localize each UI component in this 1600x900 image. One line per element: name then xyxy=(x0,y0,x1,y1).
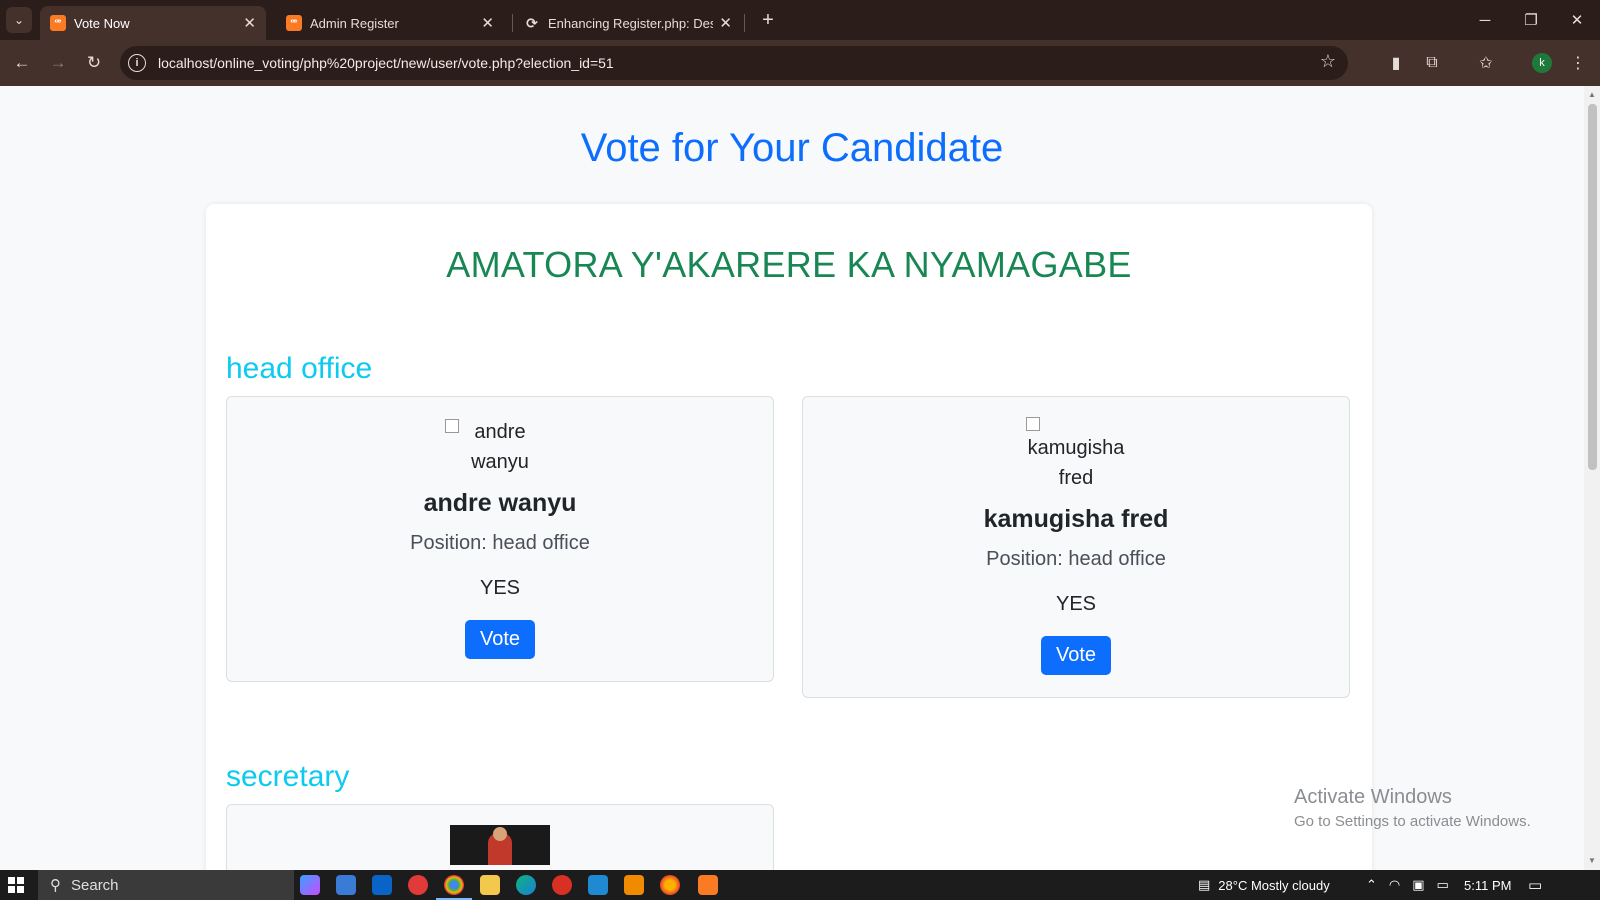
tab-divider xyxy=(512,14,513,32)
close-icon[interactable]: ✕ xyxy=(243,14,256,32)
candidate-position: Position: head office xyxy=(986,548,1166,570)
extensions-icon[interactable]: ⧉ xyxy=(1420,51,1444,75)
notifications-icon[interactable]: ▭ xyxy=(1528,870,1542,900)
chrome-icon[interactable] xyxy=(436,875,472,900)
firefox-icon[interactable] xyxy=(660,875,680,895)
browser-toolbar: ← → ↻ i localhost/online_voting/php%20pr… xyxy=(0,40,1600,86)
ballot-container: AMATORA Y'AKARERE KA NYAMAGABE head offi… xyxy=(206,204,1372,870)
copilot-icon[interactable] xyxy=(300,875,320,895)
address-bar[interactable]: i localhost/online_voting/php%20project/… xyxy=(120,46,1348,80)
forward-icon[interactable]: → xyxy=(44,49,72,77)
position-heading-head-office: head office xyxy=(226,352,373,385)
tab-label: Enhancing Register.php: Design xyxy=(548,15,714,31)
scrollbar-thumb[interactable] xyxy=(1588,104,1597,470)
clock[interactable]: 5:11 PM xyxy=(1464,870,1511,900)
menu-kebab-icon[interactable]: ⋮ xyxy=(1566,51,1590,75)
vote-button[interactable]: Vote xyxy=(464,620,536,659)
edge-icon[interactable] xyxy=(516,875,536,895)
scroll-down-icon[interactable]: ▼ xyxy=(1588,856,1596,865)
tab-label: Vote Now xyxy=(74,15,130,31)
battery-icon[interactable]: ▭ xyxy=(1437,877,1449,893)
opera-icon[interactable] xyxy=(408,875,428,895)
ai-icon: ⟳ xyxy=(526,14,538,31)
tab-divider xyxy=(744,14,745,32)
reload-icon[interactable]: ↻ xyxy=(80,49,108,77)
close-window-icon[interactable]: ✕ xyxy=(1554,6,1600,34)
store-icon[interactable] xyxy=(336,875,356,895)
clock-time: 5:11 PM xyxy=(1464,877,1512,893)
election-title: AMATORA Y'AKARERE KA NYAMAGABE xyxy=(446,244,1132,285)
page-scrollbar[interactable]: ▲ ▼ xyxy=(1584,86,1600,870)
camera-icon[interactable]: ▣ xyxy=(1412,877,1424,893)
site-info-icon[interactable]: i xyxy=(128,54,146,72)
candidate-photo xyxy=(450,825,550,865)
vote-button[interactable]: Vote xyxy=(1040,636,1112,675)
vlc-icon[interactable] xyxy=(624,875,644,895)
candidate-position: Position: head office xyxy=(410,532,590,554)
watermark-line2: Go to Settings to activate Windows. xyxy=(1294,813,1531,830)
vscode-icon[interactable] xyxy=(588,875,608,895)
windows-start-icon[interactable] xyxy=(8,877,24,893)
candidate-answer: YES xyxy=(1055,593,1097,615)
candidate-card xyxy=(226,804,774,870)
search-app-icon[interactable] xyxy=(552,875,572,895)
bookmark-star-icon[interactable]: ☆ xyxy=(1320,51,1336,72)
restore-icon[interactable]: ❐ xyxy=(1508,6,1554,34)
position-heading-secretary: secretary xyxy=(226,760,350,793)
watermark-line1: Activate Windows xyxy=(1294,786,1452,808)
broken-image-icon xyxy=(1026,417,1040,431)
minimize-icon[interactable]: ─ xyxy=(1462,6,1508,34)
tab-strip: ⌄ ꟹ Vote Now ✕ ꟹ Admin Register ✕ ⟳ Enha… xyxy=(0,0,1600,40)
xampp-icon: ꟹ xyxy=(50,15,66,31)
candidate-card: andre wanyu andre wanyu Position: head o… xyxy=(226,396,774,682)
candidate-photo: kamugisha fred xyxy=(1026,417,1126,493)
tab-label: Admin Register xyxy=(310,15,399,31)
taskbar-search-label: Search xyxy=(71,876,119,894)
xampp-icon: ꟹ xyxy=(286,15,302,31)
bookmarks-icon[interactable]: ✩ xyxy=(1474,51,1498,75)
system-tray: ⌃ ◠ ▣ ▭ xyxy=(1366,870,1449,900)
candidate-photo-alt: andre wanyu xyxy=(471,421,529,473)
close-icon[interactable]: ✕ xyxy=(481,14,494,32)
file-explorer-icon[interactable] xyxy=(480,875,500,895)
tab-vote-now[interactable]: ꟹ Vote Now ✕ xyxy=(40,6,266,40)
weather-widget[interactable]: ▤ 28°C Mostly cloudy xyxy=(1198,870,1330,900)
back-icon[interactable]: ← xyxy=(8,49,36,77)
close-icon[interactable]: ✕ xyxy=(719,14,732,32)
scroll-up-icon[interactable]: ▲ xyxy=(1588,90,1596,99)
activate-windows-watermark: Activate Windows Go to Settings to activ… xyxy=(1294,786,1531,830)
reading-mode-icon[interactable]: ▮ xyxy=(1384,51,1408,75)
tab-admin-register[interactable]: ꟹ Admin Register ✕ xyxy=(276,6,504,40)
page-title: Vote for Your Candidate xyxy=(580,126,1004,170)
person-head xyxy=(493,827,507,841)
candidate-name: kamugisha fred xyxy=(983,505,1169,533)
wifi-icon[interactable]: ◠ xyxy=(1389,877,1400,893)
chevron-up-icon[interactable]: ⌃ xyxy=(1366,877,1377,893)
tab-search-icon[interactable]: ⌄ xyxy=(6,7,32,33)
weather-text: 28°C Mostly cloudy xyxy=(1218,877,1330,893)
candidate-answer: YES xyxy=(479,577,521,599)
new-tab-button[interactable]: + xyxy=(756,8,780,32)
broken-image-icon xyxy=(445,419,459,433)
candidate-photo: andre wanyu xyxy=(445,417,555,477)
page-viewport: Vote for Your Candidate AMATORA Y'AKARER… xyxy=(0,86,1584,870)
tab-enhancing-register[interactable]: ⟳ Enhancing Register.php: Design ✕ xyxy=(514,6,742,40)
candidate-name: andre wanyu xyxy=(423,489,577,517)
taskbar-search[interactable]: ⚲ Search xyxy=(38,870,294,900)
candidate-card: kamugisha fred kamugisha fred Position: … xyxy=(802,396,1350,698)
weather-icon: ▤ xyxy=(1198,877,1211,892)
xampp-icon[interactable] xyxy=(698,875,718,895)
search-icon: ⚲ xyxy=(50,877,61,894)
candidate-photo-alt: kamugisha fred xyxy=(1027,437,1125,489)
taskbar: ⚲ Search ▤ 28°C Mostly cloudy ⌃ ◠ ▣ ▭ 5:… xyxy=(0,870,1600,900)
profile-avatar[interactable]: k xyxy=(1532,53,1552,73)
url-text[interactable]: localhost/online_voting/php%20project/ne… xyxy=(158,55,614,71)
outlook-icon[interactable] xyxy=(372,875,392,895)
